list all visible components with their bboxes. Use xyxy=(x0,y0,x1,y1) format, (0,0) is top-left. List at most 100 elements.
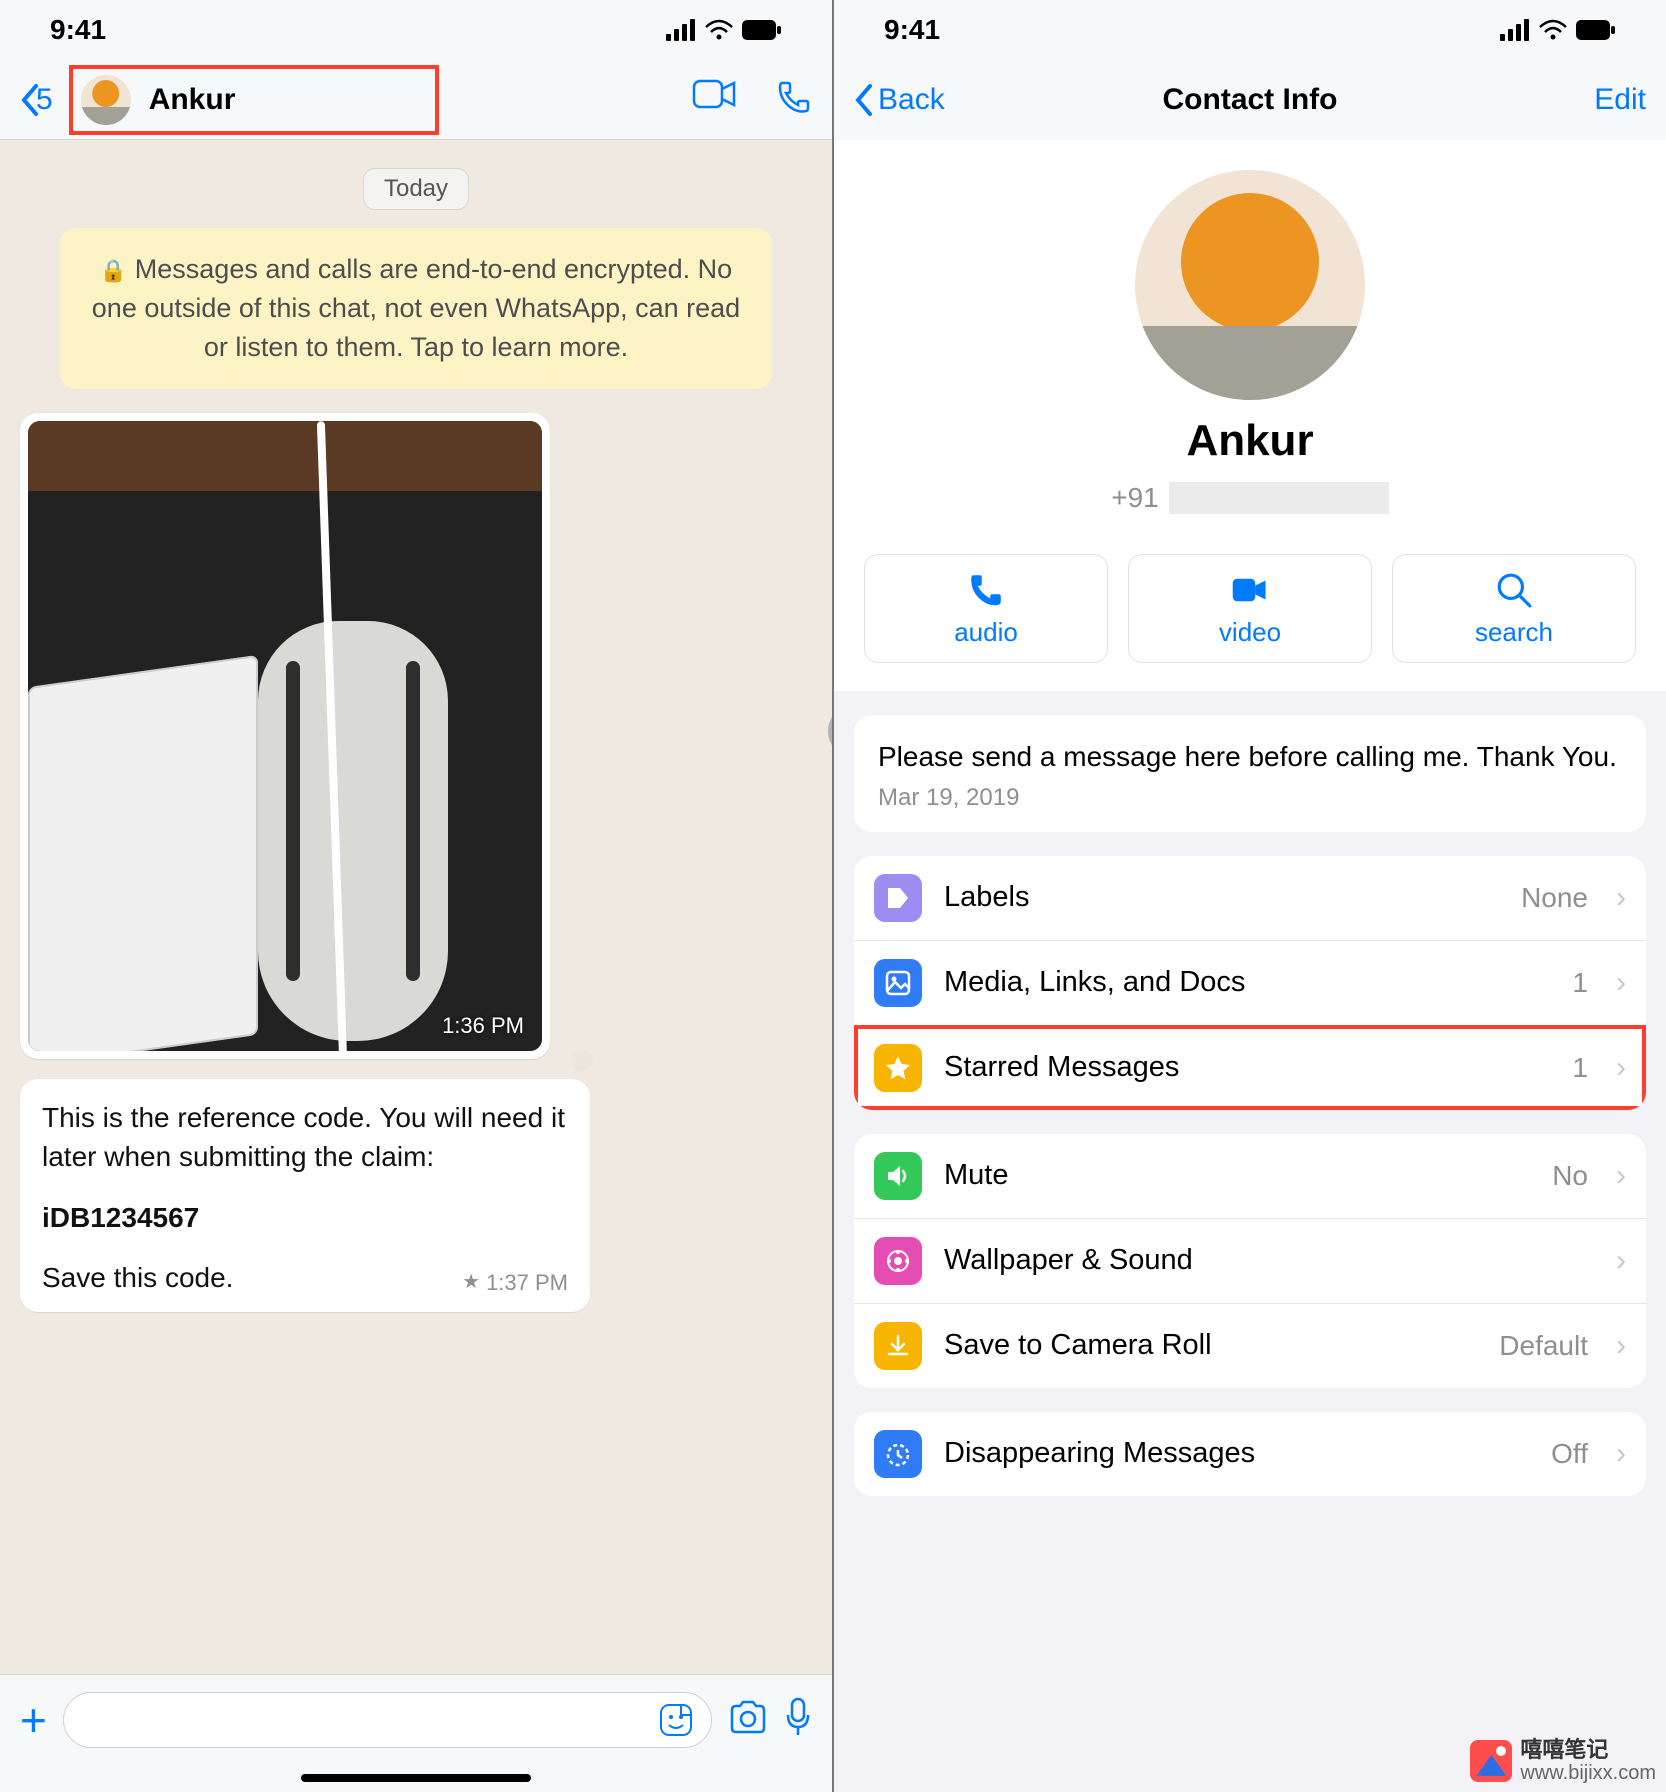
audio-label: audio xyxy=(954,617,1018,648)
video-icon xyxy=(1231,571,1269,609)
forward-button[interactable] xyxy=(828,704,832,758)
search-label: search xyxy=(1475,617,1553,648)
list-label: Mute xyxy=(944,1159,1530,1192)
profile-name: Ankur xyxy=(1186,416,1313,466)
status-time: 9:41 xyxy=(884,14,940,46)
watermark-name: 嘻嘻笔记 xyxy=(1520,1738,1656,1762)
audio-action-button[interactable]: audio xyxy=(864,554,1108,663)
list-label: Labels xyxy=(944,881,1499,914)
sticker-icon[interactable] xyxy=(659,1703,693,1737)
list-label: Starred Messages xyxy=(944,1051,1550,1084)
list-label: Disappearing Messages xyxy=(944,1437,1529,1470)
video-icon xyxy=(692,79,736,109)
info-body[interactable]: Ankur +91 audio video xyxy=(834,140,1666,1792)
list-value: 1 xyxy=(1572,1052,1588,1084)
camera-button[interactable] xyxy=(728,1700,768,1739)
video-call-button[interactable] xyxy=(692,79,736,120)
media-section: Labels None › Media, Links, and Docs 1 › xyxy=(854,856,1646,1110)
status-icons xyxy=(666,19,782,41)
message-line-1: This is the reference code. You will nee… xyxy=(42,1102,565,1172)
list-label: Media, Links, and Docs xyxy=(944,966,1550,999)
photo-timestamp: 1:36 PM xyxy=(442,1013,524,1039)
media-links-docs-item[interactable]: Media, Links, and Docs 1 › xyxy=(854,940,1646,1025)
chevron-right-icon: › xyxy=(1616,881,1626,915)
message-input-bar: + xyxy=(0,1674,832,1764)
contact-info-screen: 9:41 Back Contact Info Edit Ankur xyxy=(834,0,1666,1792)
phone-icon xyxy=(967,571,1005,609)
search-icon xyxy=(1495,571,1533,609)
message-meta: ★ 1:37 PM xyxy=(462,1268,568,1298)
back-count: 5 xyxy=(36,83,53,117)
contact-header-highlight[interactable]: Ankur xyxy=(69,65,440,135)
chat-header: 5 Ankur xyxy=(0,60,832,140)
phone-prefix: +91 xyxy=(1111,482,1159,514)
image-message[interactable]: 1:36 PM xyxy=(20,413,550,1059)
edit-button[interactable]: Edit xyxy=(1594,83,1646,117)
avatar-large[interactable] xyxy=(1135,170,1365,400)
list-label: Save to Camera Roll xyxy=(944,1329,1477,1362)
list-value: Default xyxy=(1499,1330,1588,1362)
contact-name: Ankur xyxy=(149,83,236,117)
search-action-button[interactable]: search xyxy=(1392,554,1636,663)
back-button[interactable]: Back xyxy=(854,82,945,118)
status-time: 9:41 xyxy=(50,14,106,46)
message-input[interactable] xyxy=(63,1692,712,1748)
download-icon xyxy=(874,1322,922,1370)
about-date: Mar 19, 2019 xyxy=(854,784,1646,832)
chat-screen: 9:41 5 Ankur xyxy=(0,0,832,1792)
encryption-notice[interactable]: 🔒 Messages and calls are end-to-end encr… xyxy=(60,228,772,389)
message-photo: 1:36 PM xyxy=(28,421,542,1051)
about-section[interactable]: Please send a message here before callin… xyxy=(854,715,1646,832)
video-label: video xyxy=(1219,617,1281,648)
chevron-right-icon: › xyxy=(1616,1329,1626,1363)
page-title: Contact Info xyxy=(1163,83,1338,117)
chevron-right-icon: › xyxy=(1616,966,1626,1000)
chevron-left-icon xyxy=(854,82,874,118)
chevron-right-icon: › xyxy=(1616,1437,1626,1471)
watermark: 嘻嘻笔记 www.bijixx.com xyxy=(1470,1738,1656,1784)
back-button[interactable]: 5 xyxy=(20,82,53,118)
info-header: Back Contact Info Edit xyxy=(834,60,1666,140)
header-actions xyxy=(692,79,812,120)
profile-section: Ankur +91 audio video xyxy=(834,140,1666,691)
wallpaper-icon xyxy=(874,1237,922,1285)
star-icon xyxy=(874,1044,922,1092)
chevron-right-icon: › xyxy=(1616,1051,1626,1085)
status-bar: 9:41 xyxy=(0,0,832,60)
watermark-logo xyxy=(1470,1740,1512,1782)
date-separator: Today xyxy=(363,168,469,210)
text-message[interactable]: This is the reference code. You will nee… xyxy=(20,1079,590,1312)
mute-item[interactable]: Mute No › xyxy=(854,1134,1646,1218)
status-bar: 9:41 xyxy=(834,0,1666,60)
starred-messages-item[interactable]: Starred Messages 1 › xyxy=(854,1025,1646,1110)
phone-redacted xyxy=(1169,482,1389,514)
encryption-text: Messages and calls are end-to-end encryp… xyxy=(92,254,740,362)
battery-icon xyxy=(742,20,782,40)
signal-icon xyxy=(1500,19,1530,41)
chat-body[interactable]: Today 🔒 Messages and calls are end-to-en… xyxy=(0,140,832,1674)
list-value: None xyxy=(1521,882,1588,914)
avatar-small xyxy=(81,75,131,125)
list-value: 1 xyxy=(1572,967,1588,999)
watermark-url: www.bijixx.com xyxy=(1520,1762,1656,1784)
video-action-button[interactable]: video xyxy=(1128,554,1372,663)
back-label: Back xyxy=(878,83,945,117)
list-value: No xyxy=(1552,1160,1588,1192)
profile-phone: +91 xyxy=(1111,482,1389,514)
wallpaper-sound-item[interactable]: Wallpaper & Sound › xyxy=(854,1218,1646,1303)
media-icon xyxy=(874,959,922,1007)
status-icons xyxy=(1500,19,1616,41)
list-value: Off xyxy=(1551,1438,1588,1470)
save-camera-roll-item[interactable]: Save to Camera Roll Default › xyxy=(854,1303,1646,1388)
phone-icon xyxy=(776,79,812,115)
mic-button[interactable] xyxy=(784,1697,812,1742)
mic-icon xyxy=(784,1697,812,1737)
attach-button[interactable]: + xyxy=(20,1693,47,1747)
message-line-2: Save this code. xyxy=(42,1259,233,1298)
audio-call-button[interactable] xyxy=(776,79,812,120)
privacy-section: Disappearing Messages Off › xyxy=(854,1412,1646,1496)
battery-icon xyxy=(1576,20,1616,40)
home-indicator[interactable] xyxy=(0,1764,832,1792)
disappearing-messages-item[interactable]: Disappearing Messages Off › xyxy=(854,1412,1646,1496)
labels-item[interactable]: Labels None › xyxy=(854,856,1646,940)
